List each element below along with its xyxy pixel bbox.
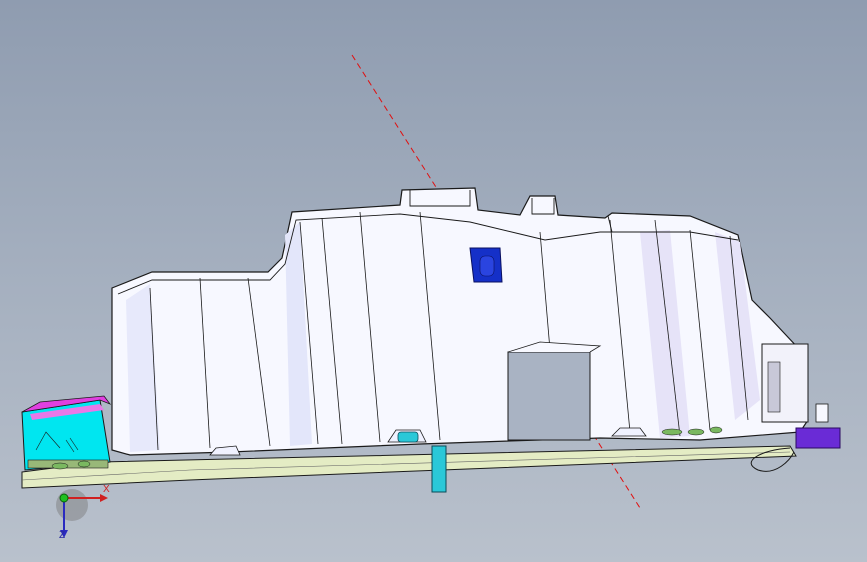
- shell-body: [111, 187, 809, 456]
- window-cutout: [507, 351, 591, 441]
- x-axis-label: X: [103, 484, 110, 495]
- right-purple-block: [795, 427, 841, 449]
- 3d-model[interactable]: [0, 0, 867, 562]
- cyan-hinge: [431, 445, 447, 493]
- cad-viewport[interactable]: X Z: [0, 0, 867, 562]
- z-axis-label: Z: [59, 530, 66, 541]
